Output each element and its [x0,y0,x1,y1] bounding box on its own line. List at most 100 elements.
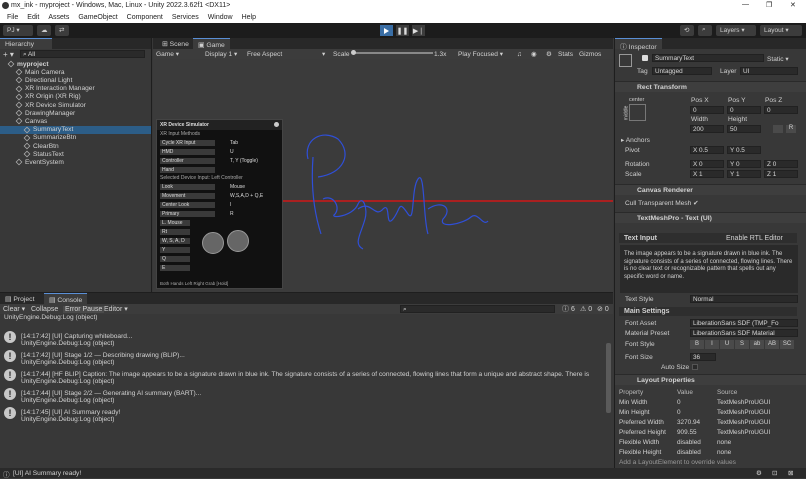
canvas-renderer-header[interactable]: Canvas Renderer [615,184,806,195]
font-style-button[interactable]: B [690,340,704,349]
pivot-y-field[interactable]: Y 0.5 [727,146,761,154]
anchor-preset-button[interactable] [629,104,646,121]
cloud-icon[interactable]: ☁ [37,25,51,36]
simulator-controller-key[interactable]: E [160,264,190,271]
add-icon[interactable]: + ▾ [3,50,14,59]
step-button[interactable]: ▶❘ [412,25,425,36]
rotation-y-field[interactable]: Y 0 [727,160,761,168]
status-bug-icon[interactable]: ⚙ [756,469,762,477]
font-style-button[interactable]: SC [780,340,794,349]
log-entry[interactable]: ! [14:17:45] [UI] AI Summary ready! UnityE… [4,407,602,425]
scale-slider-thumb[interactable] [351,50,356,55]
search-icon[interactable]: ⌕ [698,25,712,36]
height-field[interactable]: 50 [727,125,761,133]
cull-transparent-toggle[interactable]: Cull Transparent Mesh ✔ [625,199,699,207]
scale-x-field[interactable]: X 1 [690,170,724,178]
hierarchy-item[interactable]: XR Interaction Manager [0,85,151,93]
hierarchy-item[interactable]: XR Origin (XR Rig) [0,93,151,101]
game-viewport[interactable]: XR Device Simulator XR Input Methods Cyc… [153,59,613,292]
settings-icon[interactable]: ⚙ [546,50,552,58]
material-preset-dropdown[interactable]: LiberationSans SDF Material [690,329,798,337]
simulator-key[interactable]: HMD [160,148,215,155]
play-button[interactable] [380,25,393,36]
simulator-key[interactable]: Movement [160,192,215,199]
log-entry[interactable]: ! [14:17:44] [UI] Stage 2/2 — Generating … [4,388,602,406]
close-window-button[interactable]: ✕ [790,1,796,9]
layout-properties-header[interactable]: Layout Properties [615,374,806,385]
pause-button[interactable]: ❚❚ [396,25,409,36]
error-pause-button[interactable]: Error Pause [63,305,105,313]
scale-z-field[interactable]: Z 1 [764,170,798,178]
hierarchy-item[interactable]: SummarizeBtn [0,134,151,142]
simulator-key[interactable]: Look [160,183,215,190]
simulator-controller-key[interactable]: Y [160,246,190,253]
rtl-editor-toggle[interactable]: Enable RTL Editor [726,235,783,242]
menu-edit[interactable]: Edit [27,14,39,21]
history-icon[interactable]: ⟲ [680,25,694,36]
log-entry[interactable]: ! [14:17:44] [HF BLIP] Caption: The image… [4,369,602,387]
text-input-area[interactable]: The image appears to be a signature draw… [620,245,798,293]
simulator-close-icon[interactable] [274,122,279,127]
anchors-foldout[interactable]: ▸ Anchors [621,136,650,144]
text-style-dropdown[interactable]: Normal [690,295,798,303]
pos-z-field[interactable]: 0 [764,106,798,114]
raw-edit-button[interactable]: R [786,125,796,133]
simulator-controller-key[interactable]: Q [160,255,190,262]
scale-slider[interactable] [351,50,433,55]
layers-dropdown[interactable]: Layers ▾ [716,25,756,36]
pivot-x-field[interactable]: X 0.5 [690,146,724,154]
hierarchy-item[interactable]: DrawingManager [0,109,151,117]
log-entry[interactable]: ! [14:17:42] [UI] Stage 1/2 — Describing … [4,350,602,368]
blueprint-button[interactable] [773,125,783,133]
minimize-button[interactable]: — [742,1,749,8]
menu-assets[interactable]: Assets [48,14,69,21]
log-entry[interactable]: ! [14:17:42] [UI] Capturing whiteboard...… [4,331,602,349]
font-style-button[interactable]: AB [765,340,779,349]
hierarchy-item[interactable]: SummaryText [0,125,151,134]
simulator-key[interactable]: Primary [160,210,215,217]
rotation-z-field[interactable]: Z 0 [764,160,798,168]
hierarchy-item[interactable]: Canvas [0,117,151,125]
font-style-button[interactable]: ab [750,340,764,349]
static-toggle[interactable]: Static ▾ [767,55,789,63]
rect-transform-header[interactable]: Rect Transform [615,81,806,92]
hierarchy-item[interactable]: Directional Light [0,76,151,84]
collapse-button[interactable]: Collapse [31,306,58,313]
tmp-header[interactable]: TextMeshPro - Text (UI) [615,212,806,223]
hierarchy-item[interactable]: ClearBtn [0,142,151,150]
maximize-button[interactable]: ❐ [766,1,772,9]
tab-project[interactable]: ▤ Project [0,293,39,304]
info-count[interactable]: ⓘ 6 [562,304,575,314]
account-button[interactable]: PJ ▾ [3,25,33,36]
simulator-key[interactable]: Hand [160,166,215,173]
hierarchy-item[interactable]: EventSystem [0,158,151,166]
aspect-dropdown[interactable]: Free Aspect ▾ [247,50,325,58]
layout-dropdown[interactable]: Layout ▾ [760,25,802,36]
simulator-controller-key[interactable]: W, S, A, D [160,237,190,244]
play-mode-dropdown[interactable]: Play Focused ▾ [458,50,503,58]
hierarchy-item[interactable]: myproject [0,60,151,68]
tab-console[interactable]: ▤ Console [44,293,88,304]
menu-file[interactable]: File [7,14,18,21]
layer-dropdown[interactable]: UI [740,67,798,75]
tab-hierarchy[interactable]: Hierarchy [0,38,52,49]
error-count[interactable]: ⊘ 0 [597,305,609,313]
menu-services[interactable]: Services [172,14,199,21]
font-size-field[interactable]: 36 [690,353,716,361]
font-style-button[interactable]: S [735,340,749,349]
width-field[interactable]: 200 [690,125,724,133]
editor-dropdown[interactable]: Editor ▾ [104,305,128,313]
console-scrollbar[interactable] [606,343,611,413]
tab-scene[interactable]: ⊞ Scene [157,38,194,49]
warning-count[interactable]: ⚠ 0 [580,305,592,313]
hierarchy-item[interactable]: XR Device Simulator [0,101,151,109]
menu-window[interactable]: Window [208,14,233,21]
hierarchy-search-input[interactable]: ⌕ All [20,50,145,58]
stats-button[interactable]: Stats [558,51,573,58]
audio-icon[interactable]: ◉ [531,50,537,58]
display-dropdown[interactable]: Display 1 ▾ [205,50,237,58]
menu-help[interactable]: Help [242,14,256,21]
font-style-button[interactable]: U [720,340,734,349]
simulator-controller-key[interactable]: Rt [160,228,190,235]
menu-gameobject[interactable]: GameObject [78,14,117,21]
